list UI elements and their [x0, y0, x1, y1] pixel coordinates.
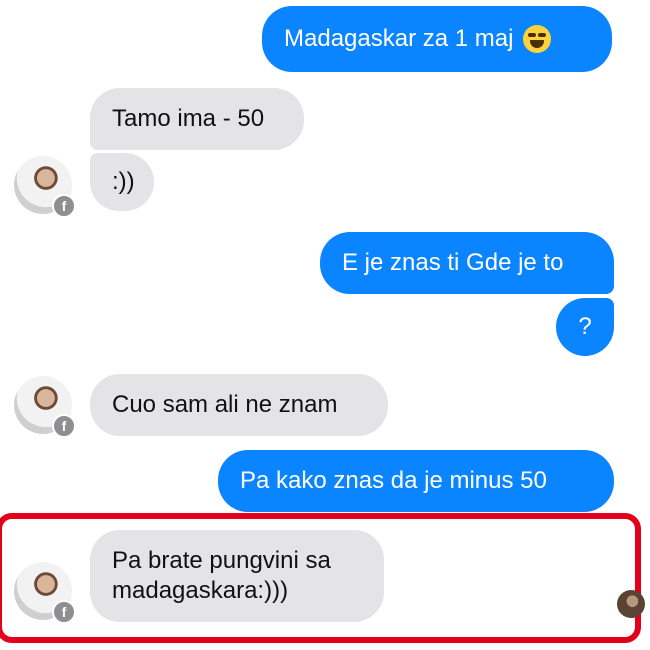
- avatar[interactable]: f: [14, 562, 76, 624]
- message-text: Pa kako znas da je minus 50: [240, 467, 547, 494]
- message-bubble-outgoing[interactable]: Madagaskar za 1 maj: [262, 6, 612, 72]
- facebook-badge-icon: f: [52, 414, 76, 438]
- message-bubble-outgoing[interactable]: Pa kako znas da je minus 50: [218, 450, 614, 512]
- avatar[interactable]: f: [14, 376, 76, 438]
- message-text: Cuo sam ali ne znam: [112, 391, 338, 418]
- message-text: E je znas ti Gde je to: [342, 249, 564, 276]
- message-bubble-incoming[interactable]: :)): [90, 153, 154, 211]
- face-with-tears-of-joy-icon: [523, 25, 552, 53]
- message-text: Tamo ima - 50: [112, 105, 265, 132]
- message-text-line: Pa brate pungvini sa: [112, 547, 331, 574]
- message-bubble-incoming[interactable]: Cuo sam ali ne znam: [90, 374, 388, 436]
- message-text-line: madagaskara:))): [112, 577, 289, 604]
- message-text: ?: [578, 313, 592, 340]
- read-receipt-avatar: [617, 590, 645, 618]
- message-text: :)): [112, 168, 135, 195]
- message-bubble-outgoing[interactable]: ?: [556, 298, 614, 356]
- message-bubble-incoming[interactable]: Pa brate pungvini sa madagaskara:))): [90, 530, 384, 622]
- message-bubble-outgoing[interactable]: E je znas ti Gde je to: [320, 232, 614, 294]
- facebook-badge-icon: f: [52, 194, 76, 218]
- message-bubble-incoming[interactable]: Tamo ima - 50: [90, 88, 304, 150]
- avatar[interactable]: f: [14, 156, 76, 218]
- facebook-badge-icon: f: [52, 600, 76, 624]
- message-text: Madagaskar za 1 maj: [284, 25, 514, 52]
